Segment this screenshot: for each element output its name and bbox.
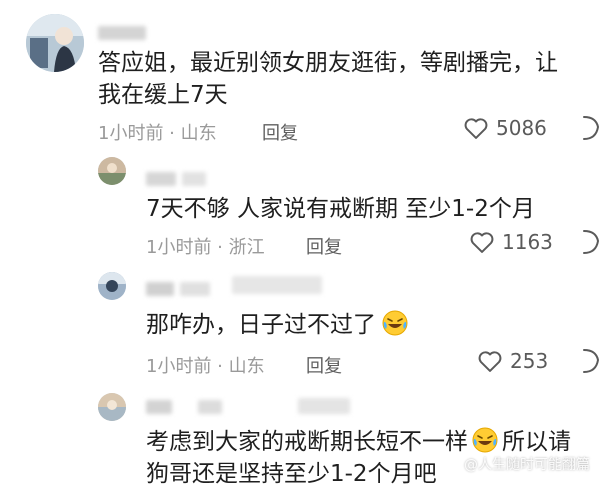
commenter-avatar[interactable] xyxy=(98,157,126,185)
comment-meta: 1小时前 · 山东 xyxy=(146,356,265,377)
comment-text: 7天不够 人家说有戒断期 至少1-2个月 xyxy=(146,196,535,222)
comment-time: 1小时前 xyxy=(146,356,212,377)
dislike-icon[interactable] xyxy=(582,113,600,143)
commenter-avatar[interactable] xyxy=(98,272,126,300)
blurred-username xyxy=(232,276,322,294)
watermark: @人生随时可能翻篇 xyxy=(464,454,590,474)
comment-location: 山东 xyxy=(228,356,265,377)
reply-button[interactable]: 回复 xyxy=(262,119,298,145)
blurred-username xyxy=(198,400,222,414)
blurred-username xyxy=(298,398,350,414)
blurred-username xyxy=(146,282,174,296)
comment-time: 1小时前 xyxy=(146,237,212,258)
reply-button[interactable]: 回复 xyxy=(306,352,342,378)
blurred-username xyxy=(180,282,210,296)
reply-button[interactable]: 回复 xyxy=(306,233,342,259)
like-button[interactable]: 1163 xyxy=(468,228,553,256)
comment-text-line: 答应姐，最近别领女朋友逛街，等剧播完，让 xyxy=(98,50,558,76)
laughing-crying-emoji xyxy=(382,310,408,336)
blurred-username xyxy=(182,172,206,186)
comment-text-body: 考虑到大家的戒断期长短不一样 xyxy=(146,429,468,455)
comment-text-line: 狗哥还是坚持至少1-2个月吧 xyxy=(146,461,437,487)
comment-time: 1小时前 xyxy=(98,123,164,144)
comment-text: 那咋办，日子过不过了 xyxy=(146,310,408,340)
comment-text-body: 所以请 xyxy=(502,429,571,455)
like-count: 5086 xyxy=(496,116,547,140)
comment-location: 山东 xyxy=(180,123,217,144)
comment-text-line: 我在缓上7天 xyxy=(98,82,228,108)
like-button[interactable]: 253 xyxy=(476,347,548,375)
heart-outline-icon xyxy=(478,351,502,372)
comment-text-body: 那咋办，日子过不过了 xyxy=(146,312,376,338)
heart-outline-icon xyxy=(470,232,494,253)
blurred-username xyxy=(146,400,172,414)
comment-text-line: 考虑到大家的戒断期长短不一样 所以请 xyxy=(146,427,571,457)
comment-meta: 1小时前 · 浙江 xyxy=(146,237,265,258)
watermark-text: @人生随时可能翻篇 xyxy=(464,457,590,473)
dislike-icon[interactable] xyxy=(582,346,600,376)
comment-meta: 1小时前 · 山东 xyxy=(98,123,217,144)
blurred-username xyxy=(98,26,146,40)
laughing-crying-emoji xyxy=(472,427,498,453)
like-button[interactable]: 5086 xyxy=(462,114,547,142)
commenter-avatar[interactable] xyxy=(26,14,84,72)
comment-location: 浙江 xyxy=(228,237,265,258)
commenter-avatar[interactable] xyxy=(98,393,126,421)
blurred-username xyxy=(146,172,176,186)
like-count: 253 xyxy=(510,349,549,373)
heart-outline-icon xyxy=(464,118,488,139)
like-count: 1163 xyxy=(502,230,553,254)
dislike-icon[interactable] xyxy=(582,227,600,257)
